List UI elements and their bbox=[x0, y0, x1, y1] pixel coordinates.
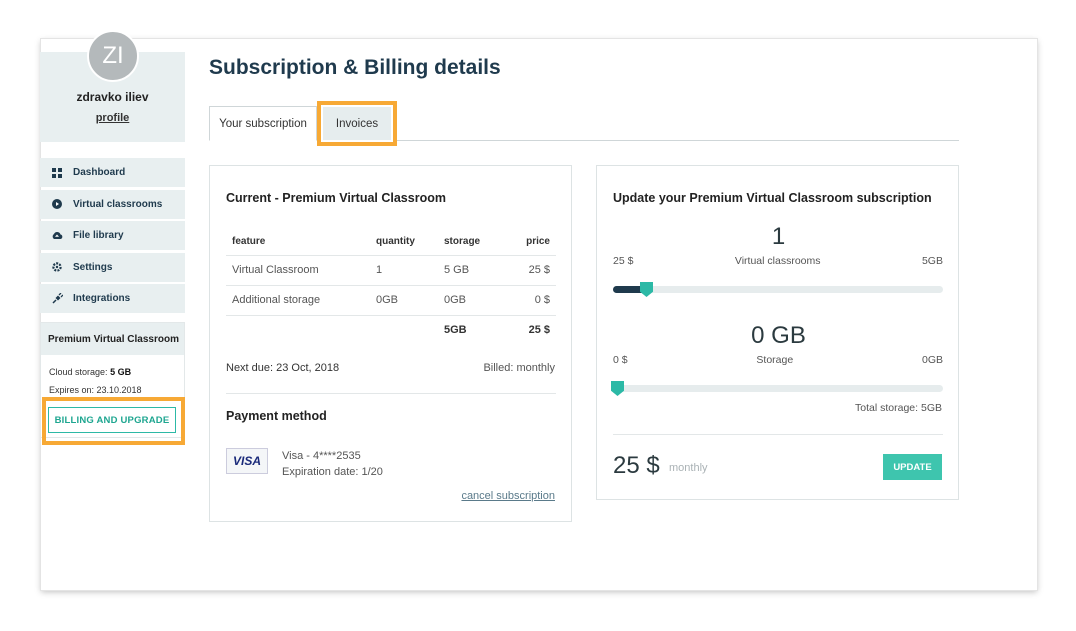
table-total-row: 5GB 25 $ bbox=[226, 315, 556, 345]
plug-icon bbox=[51, 293, 63, 305]
avatar[interactable]: ZI bbox=[87, 30, 139, 82]
expires-line: Expires on: 23.10.2018 bbox=[49, 385, 142, 395]
sidebar-item-settings[interactable]: Settings bbox=[40, 252, 185, 282]
sidebar-item-file-library[interactable]: File library bbox=[40, 221, 185, 250]
cell: 0GB bbox=[370, 285, 438, 316]
profile-link[interactable]: profile bbox=[40, 112, 185, 124]
current-title: Current - Premium Virtual Classroom bbox=[226, 191, 446, 205]
cloud-storage-value: 5 GB bbox=[110, 367, 132, 377]
col-price: price bbox=[506, 228, 556, 256]
card-info: Visa - 4****2535 Expiration date: 1/20 bbox=[282, 448, 383, 480]
col-feature: feature bbox=[226, 228, 370, 256]
classrooms-value: 1 bbox=[771, 223, 786, 250]
sidebar-item-label: Settings bbox=[73, 261, 113, 273]
total-price-cell: 25 $ bbox=[528, 324, 550, 337]
card-expiration: Expiration date: 1/20 bbox=[282, 466, 383, 478]
cell: 0GB bbox=[438, 285, 506, 316]
classrooms-min: 25 $ bbox=[613, 255, 634, 267]
tab-invoices[interactable]: Invoices bbox=[323, 107, 391, 140]
sidebar-item-label: Integrations bbox=[73, 293, 131, 304]
tab-your-subscription[interactable]: Your subscription bbox=[209, 106, 317, 141]
table-header: feature quantity storage price bbox=[226, 228, 556, 256]
sidebar-nav: Dashboard Virtual classrooms File librar… bbox=[40, 158, 185, 316]
storage-slider[interactable] bbox=[611, 381, 943, 396]
storage-min: 0 $ bbox=[613, 354, 628, 366]
user-name: zdravko iliev bbox=[76, 90, 149, 104]
table-row: Additional storage 0GB 0GB 0 $ bbox=[226, 285, 556, 316]
classrooms-max: 5GB bbox=[921, 255, 943, 267]
storage-max: 0GB bbox=[921, 354, 943, 366]
storage-range-labels: 0 $ Storage 0GB bbox=[613, 354, 943, 366]
classrooms-label: Virtual classrooms bbox=[734, 255, 821, 267]
cell: 5 GB bbox=[438, 255, 506, 286]
next-due: Next due: 23 Oct, 2018 bbox=[226, 362, 340, 374]
cell: Additional storage bbox=[226, 285, 370, 316]
update-title: Update your Premium Virtual Classroom su… bbox=[613, 191, 932, 205]
play-circle-icon bbox=[51, 198, 63, 210]
update-button[interactable]: UPDATE bbox=[883, 454, 942, 480]
price-period: monthly bbox=[669, 462, 708, 474]
sidebar-item-integrations[interactable]: Integrations bbox=[40, 284, 185, 313]
cell: 1 bbox=[370, 255, 438, 286]
card-number: Visa - 4****2535 bbox=[282, 450, 361, 462]
sidebar-item-virtual-classrooms[interactable]: Virtual classrooms bbox=[40, 189, 185, 219]
storage-label: Storage bbox=[756, 354, 794, 366]
price-total: 25 $ bbox=[613, 452, 660, 479]
cloud-storage-line: Cloud storage: 5 GB bbox=[41, 367, 184, 377]
classrooms-slider[interactable] bbox=[613, 282, 943, 297]
payment-method-title: Payment method bbox=[226, 409, 327, 423]
storage-slider-handle[interactable] bbox=[611, 381, 624, 396]
cloud-storage-label: Cloud storage: bbox=[49, 367, 108, 377]
plan-title: Premium Virtual Classroom bbox=[41, 323, 184, 355]
gear-icon bbox=[51, 261, 63, 273]
cell: Virtual Classroom bbox=[226, 255, 370, 286]
sidebar-item-label: Virtual classrooms bbox=[73, 198, 163, 210]
cloud-upload-icon bbox=[51, 230, 63, 242]
cell: 0 $ bbox=[506, 285, 556, 316]
cancel-subscription-link[interactable]: cancel subscription bbox=[461, 490, 555, 502]
grid-icon bbox=[51, 167, 63, 179]
col-quantity: quantity bbox=[370, 228, 438, 256]
divider bbox=[613, 434, 943, 435]
visa-card-icon: VISA bbox=[226, 448, 268, 474]
classrooms-slider-handle[interactable] bbox=[640, 282, 653, 297]
table-row: Virtual Classroom 1 5 GB 25 $ bbox=[226, 255, 556, 286]
total-storage: Total storage: 5GB bbox=[855, 402, 942, 414]
billing-and-upgrade-button[interactable]: BILLING AND UPGRADE bbox=[48, 407, 176, 433]
current-subscription-panel: Current - Premium Virtual Classroom feat… bbox=[209, 165, 572, 522]
col-storage: storage bbox=[438, 228, 506, 256]
divider bbox=[226, 393, 556, 394]
page-title: Subscription & Billing details bbox=[209, 56, 501, 79]
total-storage-cell: 5GB bbox=[444, 324, 467, 337]
update-subscription-panel: Update your Premium Virtual Classroom su… bbox=[596, 165, 959, 500]
classrooms-range-labels: 25 $ Virtual classrooms 5GB bbox=[613, 255, 943, 267]
cell: 25 $ bbox=[506, 255, 556, 286]
billing-period: Billed: monthly bbox=[483, 362, 555, 374]
storage-value: 0 GB bbox=[751, 322, 806, 349]
subscription-table: feature quantity storage price Virtual C… bbox=[226, 228, 556, 345]
sidebar-item-dashboard[interactable]: Dashboard bbox=[40, 158, 185, 187]
sidebar-item-label: Dashboard bbox=[73, 167, 126, 178]
sidebar-item-label: File library bbox=[73, 230, 124, 241]
